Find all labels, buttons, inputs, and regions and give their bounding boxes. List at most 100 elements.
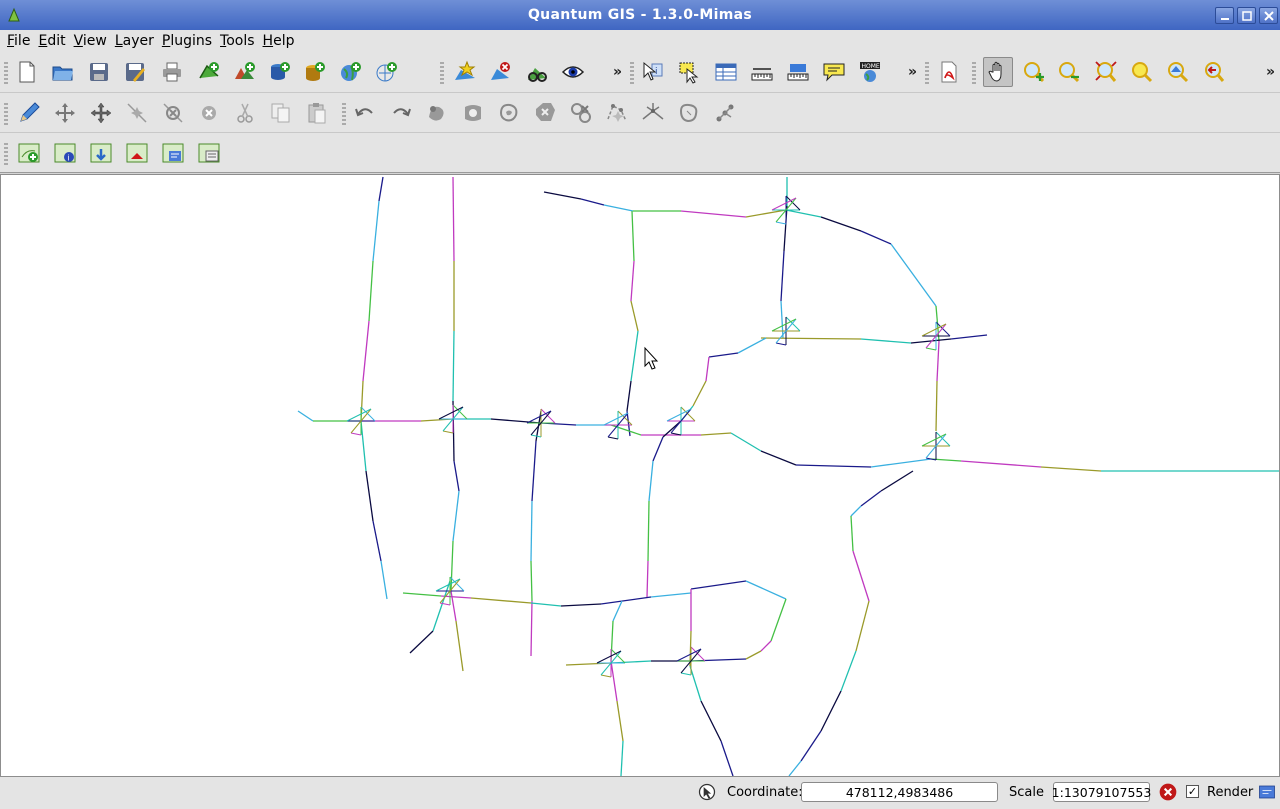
road-segment: [785, 209, 822, 218]
delete-selected-button[interactable]: [194, 98, 224, 128]
render-checkbox[interactable]: ✓: [1186, 785, 1199, 798]
toolbar-grip[interactable]: [4, 62, 8, 84]
add-ring-button[interactable]: [458, 98, 488, 128]
measure-line-button[interactable]: [747, 57, 777, 87]
menu-layer[interactable]: Layer: [111, 33, 158, 49]
zoom-out-button[interactable]: [1054, 57, 1084, 87]
road-segment: [455, 620, 464, 672]
new-bookmark-button[interactable]: [450, 57, 480, 87]
add-raster-layer-button[interactable]: [230, 57, 260, 87]
move-feature-button[interactable]: [50, 98, 80, 128]
toolbar-grip[interactable]: [630, 62, 634, 84]
simplify-button[interactable]: [422, 98, 452, 128]
road-segment: [880, 470, 914, 492]
add-island-button[interactable]: [494, 98, 524, 128]
add-postgis-layer-button[interactable]: [265, 57, 295, 87]
menu-plugins[interactable]: Plugins: [158, 33, 216, 49]
stop-rendering-button[interactable]: [1156, 780, 1180, 804]
map-tips-button[interactable]: [819, 57, 849, 87]
toolbar-overflow-button-2[interactable]: »: [908, 64, 917, 80]
road-segment: [603, 204, 634, 212]
import-data-button[interactable]: [86, 138, 116, 168]
layer-properties-button[interactable]: [194, 138, 224, 168]
menu-file[interactable]: File: [3, 33, 34, 49]
zoom-to-layer-button[interactable]: [1163, 57, 1193, 87]
delete-vertex-button[interactable]: [158, 98, 188, 128]
zoom-to-selection-button[interactable]: [1127, 57, 1157, 87]
add-spatialite-layer-button[interactable]: [300, 57, 330, 87]
layer-info-button[interactable]: i: [50, 138, 80, 168]
toolbar-overflow-button[interactable]: »: [613, 64, 622, 80]
undo-button[interactable]: [350, 98, 380, 128]
add-wfs-layer-button[interactable]: [372, 57, 402, 87]
road-segment: [855, 600, 870, 652]
remove-layer-button[interactable]: [486, 57, 516, 87]
save-project-button[interactable]: [84, 57, 114, 87]
toolbar-grip[interactable]: [4, 143, 8, 165]
zoom-out-icon: [1059, 62, 1080, 83]
road-segment: [780, 250, 785, 302]
menu-tools[interactable]: Tools: [216, 33, 259, 49]
measure-area-button[interactable]: [783, 57, 813, 87]
georeferencer-button[interactable]: [522, 57, 552, 87]
show-bookmarks-button[interactable]: HOME: [855, 57, 885, 87]
delete-vertex-icon: [163, 103, 183, 123]
split-features-button[interactable]: [638, 98, 668, 128]
toolbar-grip[interactable]: [4, 103, 8, 125]
new-project-button[interactable]: [12, 57, 42, 87]
move-vertex-button[interactable]: [86, 98, 116, 128]
open-project-button[interactable]: [48, 57, 78, 87]
add-vector-layer-button[interactable]: [194, 57, 224, 87]
delete-ring-button[interactable]: [530, 98, 560, 128]
close-button[interactable]: [1259, 7, 1278, 24]
copy-features-button[interactable]: [266, 98, 296, 128]
road-network-map[interactable]: [1, 175, 1279, 776]
pan-button[interactable]: [983, 57, 1013, 87]
delete-part-button[interactable]: [566, 98, 596, 128]
toolbar-grip[interactable]: [972, 62, 976, 84]
save-project-as-button[interactable]: [120, 57, 150, 87]
zoom-in-button[interactable]: [1019, 57, 1049, 87]
toolbar-grip[interactable]: [925, 62, 929, 84]
toolbar-grip[interactable]: [342, 103, 346, 125]
cut-features-button[interactable]: [230, 98, 260, 128]
select-features-button[interactable]: [674, 57, 704, 87]
add-wms-layer-button[interactable]: [336, 57, 366, 87]
print-composer-button[interactable]: [157, 57, 187, 87]
delete-server-layer-button[interactable]: [122, 138, 152, 168]
map-canvas[interactable]: [0, 174, 1280, 777]
zoom-in-icon: [1024, 62, 1045, 83]
maximize-button[interactable]: [1237, 7, 1256, 24]
attribute-table-button[interactable]: [711, 57, 741, 87]
road-segment: [368, 260, 374, 322]
redo-button[interactable]: [386, 98, 416, 128]
road-segment: [610, 424, 642, 436]
scale-display[interactable]: 1:13079107553: [1052, 782, 1151, 802]
minimize-button[interactable]: [1215, 7, 1234, 24]
road-segment: [788, 760, 802, 776]
rotate-point-symbols-button[interactable]: [710, 98, 740, 128]
export-pdf-button[interactable]: [934, 57, 964, 87]
export-data-button[interactable]: [158, 138, 188, 168]
road-segment: [720, 740, 734, 776]
merge-features-button[interactable]: [674, 98, 704, 128]
menu-edit[interactable]: Edit: [34, 33, 69, 49]
zoom-last-button[interactable]: [1199, 57, 1229, 87]
zoom-full-button[interactable]: [1091, 57, 1121, 87]
coordinate-display[interactable]: 478112,4983486: [801, 782, 998, 802]
toolbar-overflow-button-3[interactable]: »: [1266, 64, 1275, 80]
projection-status-button[interactable]: [1256, 781, 1278, 803]
paste-features-button[interactable]: [302, 98, 332, 128]
add-island-icon: [499, 103, 518, 122]
reshape-features-button[interactable]: [602, 98, 632, 128]
toggle-editing-button[interactable]: [14, 98, 44, 128]
add-server-layer-button[interactable]: [14, 138, 44, 168]
road-segment: [630, 300, 639, 332]
add-vertex-button[interactable]: [122, 98, 152, 128]
toggle-overview-button[interactable]: [558, 57, 588, 87]
coordinate-mode-button[interactable]: [694, 779, 720, 805]
menu-view[interactable]: View: [70, 33, 111, 49]
menu-help[interactable]: Help: [259, 33, 299, 49]
identify-button[interactable]: i: [638, 57, 668, 87]
toolbar-grip[interactable]: [440, 62, 444, 84]
